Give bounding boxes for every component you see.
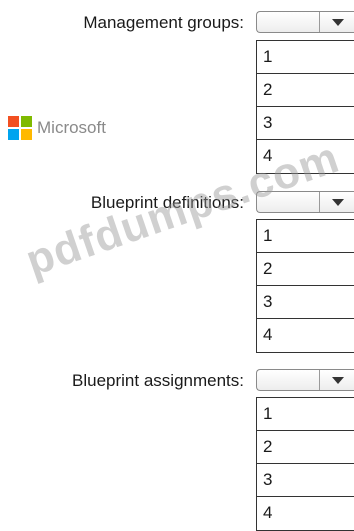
management-groups-option-4[interactable]: 4 — [257, 140, 354, 173]
chevron-down-icon[interactable] — [332, 377, 344, 384]
blueprint-assignments-options: 1 2 3 4 — [256, 397, 354, 531]
management-groups-label: Management groups: — [83, 13, 244, 32]
blueprint-definitions-option-4[interactable]: 4 — [257, 319, 354, 352]
dropdown-divider — [319, 370, 320, 390]
blueprint-assignments-option-3[interactable]: 3 — [257, 464, 354, 497]
microsoft-logo: Microsoft — [8, 116, 106, 140]
logo-blue-square — [8, 129, 19, 140]
management-groups-options: 1 2 3 4 — [256, 40, 354, 174]
blueprint-assignments-option-4[interactable]: 4 — [257, 497, 354, 530]
blueprint-assignments-dropdown[interactable] — [256, 369, 354, 391]
microsoft-logo-icon — [8, 116, 32, 140]
microsoft-logo-text: Microsoft — [37, 118, 106, 137]
logo-green-square — [21, 116, 32, 127]
logo-red-square — [8, 116, 19, 127]
management-groups-option-2[interactable]: 2 — [257, 74, 354, 107]
chevron-down-icon[interactable] — [332, 19, 344, 26]
dropdown-divider — [319, 192, 320, 212]
management-groups-option-3[interactable]: 3 — [257, 107, 354, 140]
dropdown-divider — [319, 12, 320, 32]
blueprint-assignments-option-1[interactable]: 1 — [257, 398, 354, 431]
blueprint-definitions-options: 1 2 3 4 — [256, 219, 354, 353]
blueprint-assignments-option-2[interactable]: 2 — [257, 431, 354, 464]
blueprint-definitions-label: Blueprint definitions: — [90, 193, 244, 212]
chevron-down-icon[interactable] — [332, 199, 344, 206]
logo-yellow-square — [21, 129, 32, 140]
management-groups-option-1[interactable]: 1 — [257, 41, 354, 74]
blueprint-definitions-option-3[interactable]: 3 — [257, 286, 354, 319]
blueprint-definitions-dropdown[interactable] — [256, 191, 354, 213]
blueprint-assignments-label: Blueprint assignments: — [72, 371, 244, 390]
blueprint-definitions-option-1[interactable]: 1 — [257, 220, 354, 253]
blueprint-definitions-option-2[interactable]: 2 — [257, 253, 354, 286]
management-groups-dropdown[interactable] — [256, 11, 354, 33]
